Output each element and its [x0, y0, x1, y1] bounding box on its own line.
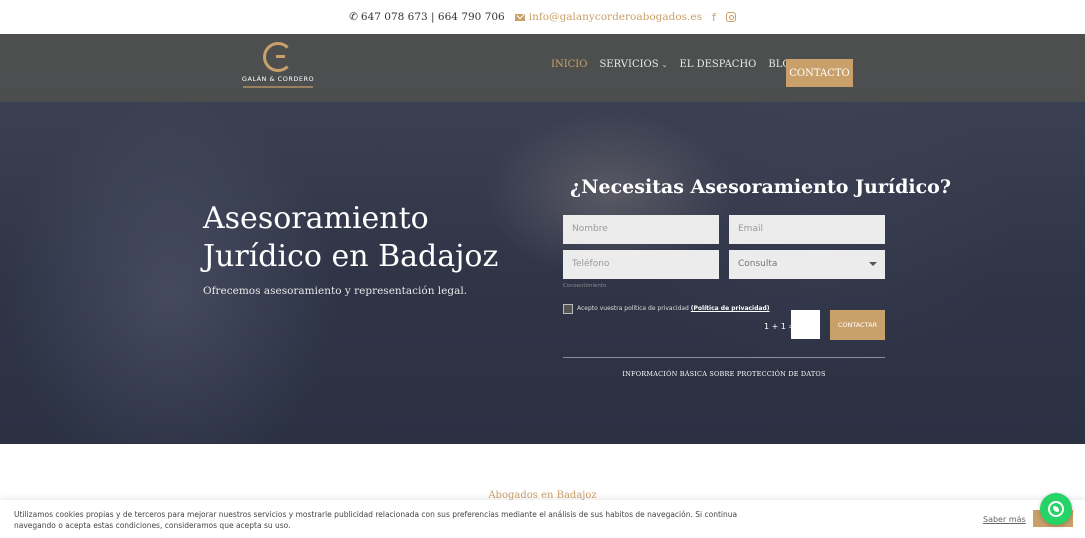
whatsapp-icon: [1048, 501, 1064, 517]
nav-menu: INICIO SERVICIOS ⌄ EL DESPACHO BLOG: [551, 59, 799, 70]
site-logo[interactable]: GALÁN & CORDERO: [237, 42, 319, 94]
logo-divider: [243, 86, 313, 88]
form-title: ¿Necesitas Asesoramiento Jurídico?: [570, 176, 951, 198]
main-navigation: [0, 34, 1085, 102]
cookie-banner: Utilizamos cookies propias y de terceros…: [0, 500, 1085, 538]
consent-label: Consentimiento: [563, 283, 607, 289]
consent-text-label: Acepto vuestra política de privacidad: [577, 305, 689, 312]
privacy-checkbox[interactable]: [563, 304, 573, 314]
email-input[interactable]: Email: [729, 215, 885, 244]
nav-item-servicios[interactable]: SERVICIOS ⌄: [599, 59, 667, 70]
captcha-input[interactable]: [791, 310, 820, 339]
query-select[interactable]: Consulta: [729, 250, 885, 279]
top-contact-bar: ✆ 647 078 673 | 664 790 706 info@galanyc…: [0, 0, 1085, 34]
facebook-icon[interactable]: f: [712, 11, 716, 24]
whatsapp-button[interactable]: [1040, 493, 1072, 525]
logo-mark-icon: [263, 42, 293, 72]
nav-item-el-despacho[interactable]: EL DESPACHO: [679, 59, 756, 70]
consent-text: Acepto vuestra política de privacidad (P…: [577, 305, 770, 312]
phone-input[interactable]: Teléfono: [563, 250, 719, 279]
instagram-icon[interactable]: [725, 12, 736, 22]
nav-contact-button[interactable]: CONTACTO: [786, 59, 853, 87]
nav-item-inicio[interactable]: INICIO: [551, 59, 587, 70]
phone-icon: ✆: [349, 11, 358, 23]
nav-item-servicios-label: SERVICIOS: [599, 59, 659, 70]
phone-contact[interactable]: ✆ 647 078 673 | 664 790 706: [349, 11, 505, 23]
name-input[interactable]: Nombre: [563, 215, 719, 244]
email-contact[interactable]: info@galanycorderoabogados.es: [514, 11, 703, 23]
cookie-text: Utilizamos cookies propias y de terceros…: [14, 510, 738, 530]
cookie-more-link[interactable]: Saber más: [983, 515, 1026, 524]
logo-name: GALÁN & CORDERO: [241, 75, 315, 83]
privacy-info-toggle[interactable]: INFORMACIÓN BÁSICA SOBRE PROTECCIÓN DE D…: [563, 370, 885, 378]
query-select-value: Consulta: [738, 259, 778, 269]
mail-icon: [514, 13, 525, 21]
chevron-down-icon: ⌄: [661, 61, 668, 69]
hero-title: Asesoramiento Jurídico en Badajoz: [203, 201, 499, 274]
form-divider: [563, 357, 885, 358]
caret-down-icon: [869, 262, 877, 266]
phone-numbers: 647 078 673 | 664 790 706: [360, 11, 505, 23]
privacy-policy-link[interactable]: (Política de privacidad): [691, 305, 770, 312]
hero-subtitle: Ofrecemos asesoramiento y representación…: [203, 285, 468, 297]
submit-button[interactable]: CONTACTAR: [830, 310, 885, 340]
email-address: info@galanycorderoabogados.es: [528, 11, 703, 23]
